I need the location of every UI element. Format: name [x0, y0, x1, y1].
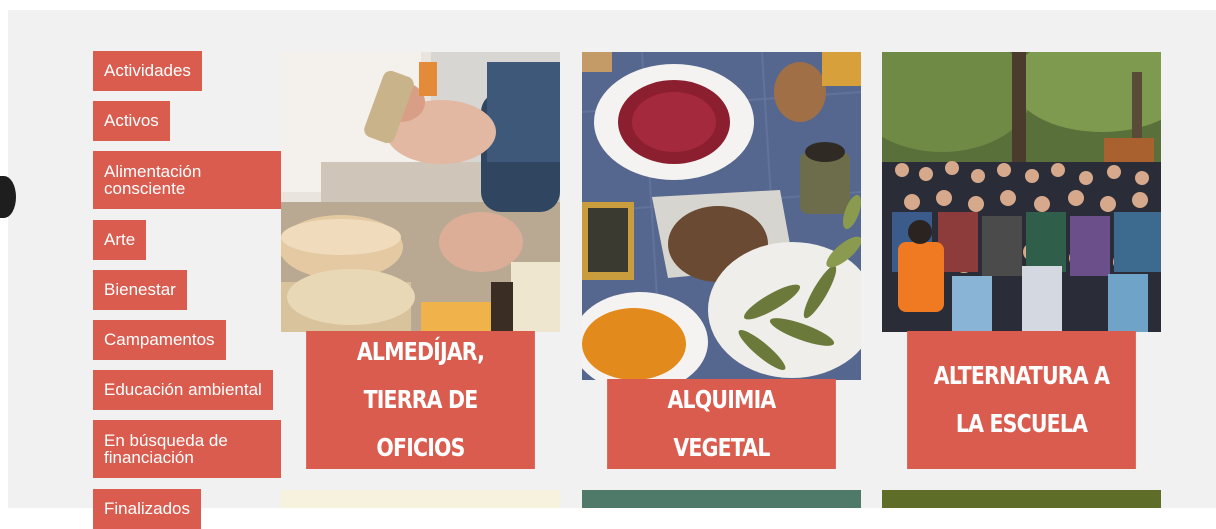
project-card-alternatura-a-la-escuela[interactable]: ALTERNATURA A LA ESCUELA	[882, 52, 1161, 469]
category-activos[interactable]: Activos	[93, 101, 170, 141]
category-label: Activos	[104, 111, 159, 130]
category-label: Bienestar	[104, 280, 176, 299]
category-label: Finalizados	[104, 499, 190, 518]
spices-herbs-photo	[582, 52, 861, 380]
category-label: Arte	[104, 230, 136, 249]
category-campamentos[interactable]: Campamentos	[93, 320, 226, 360]
school-group-photo	[882, 52, 1161, 332]
category-arte[interactable]: Arte	[93, 220, 147, 260]
category-label: Actividades	[104, 61, 191, 80]
category-label: Educación ambiental	[104, 380, 262, 399]
card-title: ALMEDÍJAR, TIERRA DE OFICIOS	[306, 331, 535, 469]
project-card-partial[interactable]	[281, 490, 560, 508]
category-en-busqueda-de-financiacion[interactable]: En búsqueda de financiación	[93, 420, 281, 478]
artisan-cheese-photo	[281, 52, 560, 332]
category-educacion-ambiental[interactable]: Educación ambiental	[93, 370, 273, 410]
project-card-partial[interactable]	[582, 490, 861, 508]
category-label: En búsqueda de financiación	[104, 431, 228, 467]
category-alimentacion-consciente[interactable]: Alimentación consciente	[93, 151, 281, 209]
project-card-almedijar[interactable]: ALMEDÍJAR, TIERRA DE OFICIOS	[281, 52, 560, 469]
card-title: ALTERNATURA A LA ESCUELA	[907, 331, 1136, 469]
category-finalizados[interactable]: Finalizados	[93, 489, 201, 529]
category-label: Campamentos	[104, 330, 215, 349]
project-card-partial[interactable]	[882, 490, 1161, 508]
card-title: ALQUIMIA VEGETAL	[607, 379, 836, 469]
category-actividades[interactable]: Actividades	[93, 51, 202, 91]
category-label: Alimentación consciente	[104, 162, 202, 198]
category-bienestar[interactable]: Bienestar	[93, 270, 187, 310]
project-card-alquimia-vegetal[interactable]: ALQUIMIA VEGETAL	[582, 52, 861, 469]
